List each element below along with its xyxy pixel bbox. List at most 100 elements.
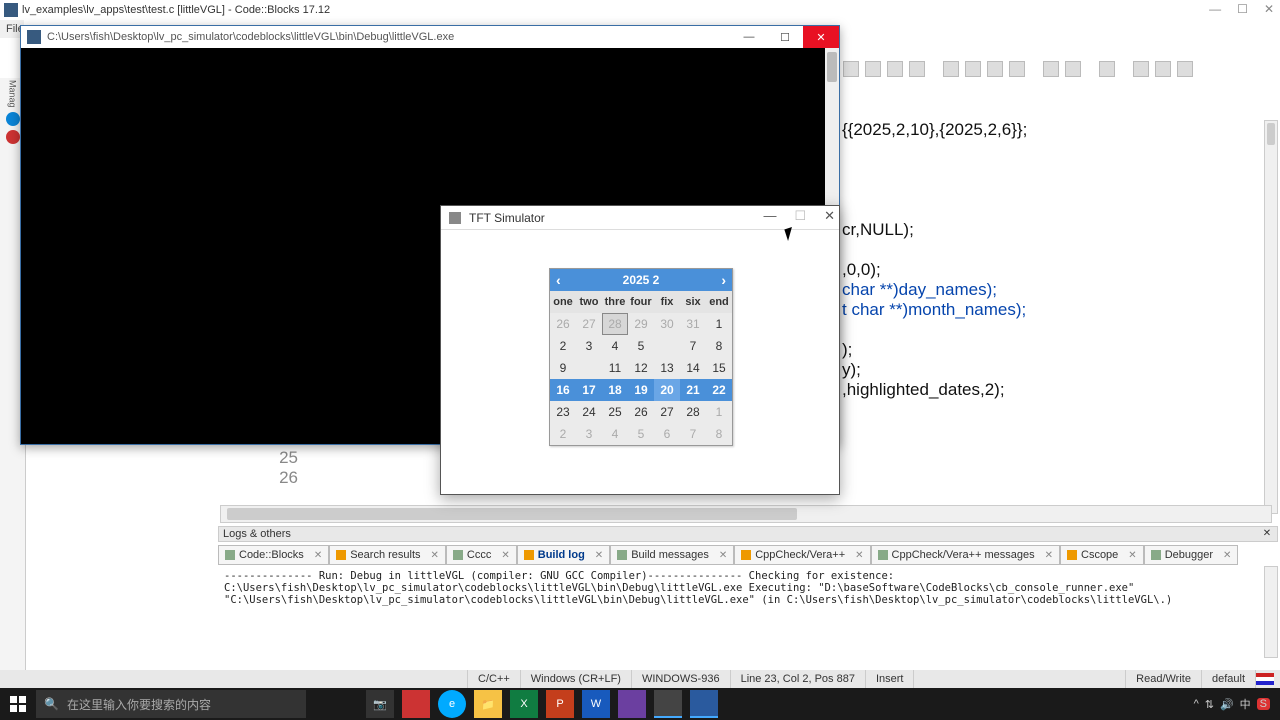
toolbar-btn[interactable] [965, 61, 981, 77]
tray-volume-icon[interactable]: 🔊 [1220, 698, 1234, 711]
toolbar-nav-back-icon[interactable] [1133, 61, 1149, 77]
sidebar-flag-icon[interactable] [6, 130, 20, 144]
calendar-day-cell[interactable] [654, 335, 680, 357]
calendar-day-cell[interactable]: 18 [602, 379, 628, 401]
tray-network-icon[interactable]: ⇅ [1205, 698, 1214, 711]
calendar-day-cell[interactable]: 9 [550, 357, 576, 379]
log-tab[interactable]: Cccc✕ [446, 545, 517, 565]
toolbar-btn[interactable] [1099, 61, 1115, 77]
close-button[interactable]: ✕ [803, 26, 839, 48]
calendar-day-cell[interactable]: 30 [654, 313, 680, 335]
tab-close-icon[interactable]: ✕ [1045, 550, 1053, 561]
calendar-day-cell[interactable]: 21 [680, 379, 706, 401]
calendar-day-cell[interactable]: 5 [628, 335, 654, 357]
tab-close-icon[interactable]: ✕ [1128, 550, 1136, 561]
toolbar-btn[interactable] [987, 61, 1003, 77]
calendar-day-cell[interactable]: 6 [654, 423, 680, 445]
code-scrollbar-horizontal[interactable] [220, 505, 1272, 523]
calendar-day-cell[interactable]: 1 [706, 313, 732, 335]
toolbar-nav-fwd-icon[interactable] [1155, 61, 1171, 77]
toolbar-nav-last-icon[interactable] [1177, 61, 1193, 77]
toolbar-btn[interactable] [865, 61, 881, 77]
log-tab[interactable]: Search results✕ [329, 545, 446, 565]
start-button[interactable] [0, 688, 36, 720]
tray-ime-icon[interactable]: 中 [1240, 696, 1251, 712]
calendar-day-cell[interactable]: 4 [602, 335, 628, 357]
toolbar-btn[interactable] [1009, 61, 1025, 77]
status-locale-flag-icon[interactable] [1256, 673, 1274, 685]
calendar-widget[interactable]: ‹ 2025 2 › onetwothrefourfixsixend 26272… [549, 268, 733, 446]
taskbar-app[interactable] [402, 690, 430, 718]
toolbar-flag-icon[interactable] [843, 61, 859, 77]
calendar-day-cell[interactable]: 20 [654, 379, 680, 401]
toolbar-btn[interactable] [1043, 61, 1059, 77]
calendar-day-cell[interactable]: 7 [680, 335, 706, 357]
log-tab[interactable]: CppCheck/Vera++✕ [734, 545, 870, 565]
maximize-button[interactable]: ☐ [794, 208, 806, 224]
calendar-day-cell[interactable] [576, 357, 602, 379]
calendar-day-cell[interactable]: 8 [706, 423, 732, 445]
tab-close-icon[interactable]: ✕ [855, 550, 863, 561]
logs-panel-header[interactable]: Logs & others ✕ [218, 526, 1278, 542]
calendar-day-cell[interactable]: 4 [602, 423, 628, 445]
log-tab[interactable]: Cscope✕ [1060, 545, 1144, 565]
tab-close-icon[interactable]: ✕ [314, 550, 322, 561]
calendar-day-cell[interactable]: 7 [680, 423, 706, 445]
calendar-day-cell[interactable]: 3 [576, 423, 602, 445]
tft-simulator-window[interactable]: TFT Simulator — ☐ ✕ ‹ 2025 2 › onetwothr… [440, 205, 840, 495]
cortana-icon[interactable] [330, 690, 358, 718]
tab-close-icon[interactable]: ✕ [501, 550, 509, 561]
calendar-day-cell[interactable]: 11 [602, 357, 628, 379]
log-tab[interactable]: CppCheck/Vera++ messages✕ [871, 545, 1060, 565]
calendar-day-cell[interactable]: 19 [628, 379, 654, 401]
calendar-day-cell[interactable]: 27 [654, 401, 680, 423]
log-tab[interactable]: Build log✕ [517, 545, 610, 565]
calendar-day-cell[interactable]: 2 [550, 423, 576, 445]
taskbar-search[interactable]: 🔍 在这里输入你要搜索的内容 [36, 690, 306, 718]
toolbar-btn[interactable] [909, 61, 925, 77]
calendar-day-cell[interactable]: 15 [706, 357, 732, 379]
taskbar-app-running[interactable] [690, 690, 718, 718]
maximize-icon[interactable]: ☐ [1237, 2, 1248, 16]
toolbar-btn[interactable] [1065, 61, 1081, 77]
console-title-bar[interactable]: C:\Users\fish\Desktop\lv_pc_simulator\co… [21, 26, 839, 48]
calendar-day-cell[interactable]: 31 [680, 313, 706, 335]
code-editor[interactable]: {{2025,2,10},{2025,2,6}}; cr,NULL); ,0,0… [842, 120, 1262, 500]
tab-close-icon[interactable]: ✕ [719, 550, 727, 561]
calendar-next-icon[interactable]: › [721, 272, 726, 288]
calendar-day-cell[interactable]: 25 [602, 401, 628, 423]
tab-close-icon[interactable]: ✕ [1223, 550, 1231, 561]
toolbar-btn[interactable] [943, 61, 959, 77]
minimize-icon[interactable]: — [1209, 2, 1221, 16]
taskbar-app-powerpoint[interactable]: P [546, 690, 574, 718]
code-scrollbar-vertical[interactable] [1264, 120, 1278, 514]
close-icon[interactable]: ✕ [1264, 2, 1274, 16]
sidebar-globe-icon[interactable] [6, 112, 20, 126]
calendar-day-cell[interactable]: 17 [576, 379, 602, 401]
taskbar-app-excel[interactable]: X [510, 690, 538, 718]
log-tab[interactable]: Debugger✕ [1144, 545, 1239, 565]
calendar-day-cell[interactable]: 12 [628, 357, 654, 379]
calendar-day-cell[interactable]: 16 [550, 379, 576, 401]
calendar-day-cell[interactable]: 2 [550, 335, 576, 357]
taskbar-app[interactable] [618, 690, 646, 718]
logs-close-icon[interactable]: ✕ [1261, 528, 1273, 540]
taskbar-app-edge[interactable]: e [438, 690, 466, 718]
system-tray[interactable]: ^ ⇅ 🔊 中 S [1194, 696, 1280, 712]
calendar-prev-icon[interactable]: ‹ [556, 272, 561, 288]
minimize-button[interactable]: — [731, 26, 767, 48]
calendar-day-cell[interactable]: 8 [706, 335, 732, 357]
tab-close-icon[interactable]: ✕ [431, 550, 439, 561]
taskbar-app-running[interactable] [654, 690, 682, 718]
calendar-day-cell[interactable]: 26 [550, 313, 576, 335]
close-button[interactable]: ✕ [824, 208, 835, 224]
calendar-day-cell[interactable]: 28 [680, 401, 706, 423]
tray-sogou-icon[interactable]: S [1257, 698, 1270, 710]
calendar-day-cell[interactable]: 3 [576, 335, 602, 357]
taskbar-app-camera[interactable]: 📷 [366, 690, 394, 718]
calendar-day-cell[interactable]: 29 [628, 313, 654, 335]
build-log-output[interactable]: -------------- Run: Debug in littleVGL (… [218, 566, 1262, 658]
calendar-day-cell[interactable]: 26 [628, 401, 654, 423]
maximize-button[interactable]: ☐ [767, 26, 803, 48]
windows-taskbar[interactable]: 🔍 在这里输入你要搜索的内容 📷 e 📁 X P W ^ ⇅ 🔊 中 S [0, 688, 1280, 720]
